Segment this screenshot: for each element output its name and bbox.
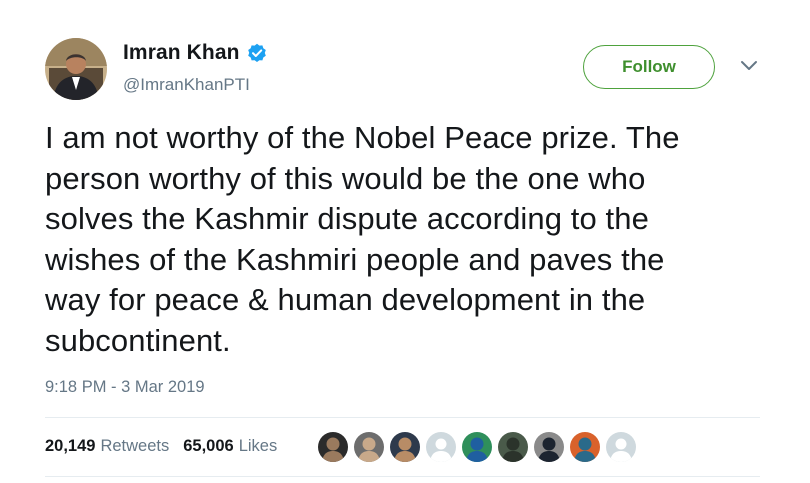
tweet-text-line: person worthy of this would be the one w…: [45, 160, 646, 196]
tweet-text-line: way for peace & human development in the: [45, 282, 646, 317]
profile-photo-icon: [390, 432, 420, 462]
tweet-text-line: wishes of the Kashmiri people and paves …: [45, 241, 665, 277]
liker-avatars: [316, 430, 640, 464]
default-profile-icon: [606, 432, 636, 462]
tweet-text-line: solves the Kashmir dispute according to …: [45, 201, 649, 236]
name-row: Imran Khan: [123, 41, 267, 65]
profile-photo-icon: [354, 432, 384, 462]
tweet-text: I am not worthy of the Nobel Peace prize…: [45, 118, 775, 361]
liker-avatar[interactable]: [388, 430, 422, 464]
engagement-stats: 20,149 Retweets 65,006 Likes: [45, 437, 277, 456]
display-name[interactable]: Imran Khan: [123, 41, 240, 65]
tweet-card: Imran Khan @ImranKhanPTI Follow I am not…: [0, 0, 810, 483]
profile-photo-icon: [570, 432, 600, 462]
retweets-label: Retweets: [100, 437, 170, 455]
liker-avatar[interactable]: [316, 430, 350, 464]
tweet-text-line: I am not worthy of the Nobel Peace prize…: [45, 120, 680, 155]
profile-photo-icon: [498, 432, 528, 462]
chevron-down-icon[interactable]: [738, 58, 760, 74]
likes-count: 65,006: [183, 437, 234, 455]
divider: [45, 417, 760, 418]
divider: [45, 476, 760, 477]
liker-avatar[interactable]: [604, 430, 638, 464]
profile-photo-icon: [462, 432, 492, 462]
user-avatar[interactable]: [45, 38, 107, 100]
retweets-count: 20,149: [45, 437, 96, 455]
profile-photo-icon: [45, 38, 107, 100]
liker-avatar[interactable]: [460, 430, 494, 464]
user-handle[interactable]: @ImranKhanPTI: [123, 75, 250, 95]
follow-button[interactable]: Follow: [583, 45, 715, 89]
tweet-text-line: subcontinent.: [45, 322, 231, 358]
retweets-stat[interactable]: 20,149 Retweets: [45, 437, 169, 456]
liker-avatar[interactable]: [532, 430, 566, 464]
liker-avatar[interactable]: [352, 430, 386, 464]
likes-stat[interactable]: 65,006 Likes: [183, 437, 277, 456]
profile-photo-icon: [318, 432, 348, 462]
tweet-timestamp[interactable]: 9:18 PM - 3 Mar 2019: [45, 378, 205, 397]
liker-avatar[interactable]: [424, 430, 458, 464]
verified-badge-icon: [247, 43, 267, 63]
liker-avatar[interactable]: [568, 430, 602, 464]
liker-avatar[interactable]: [496, 430, 530, 464]
profile-photo-icon: [534, 432, 564, 462]
default-profile-icon: [426, 432, 456, 462]
likes-label: Likes: [238, 437, 278, 455]
